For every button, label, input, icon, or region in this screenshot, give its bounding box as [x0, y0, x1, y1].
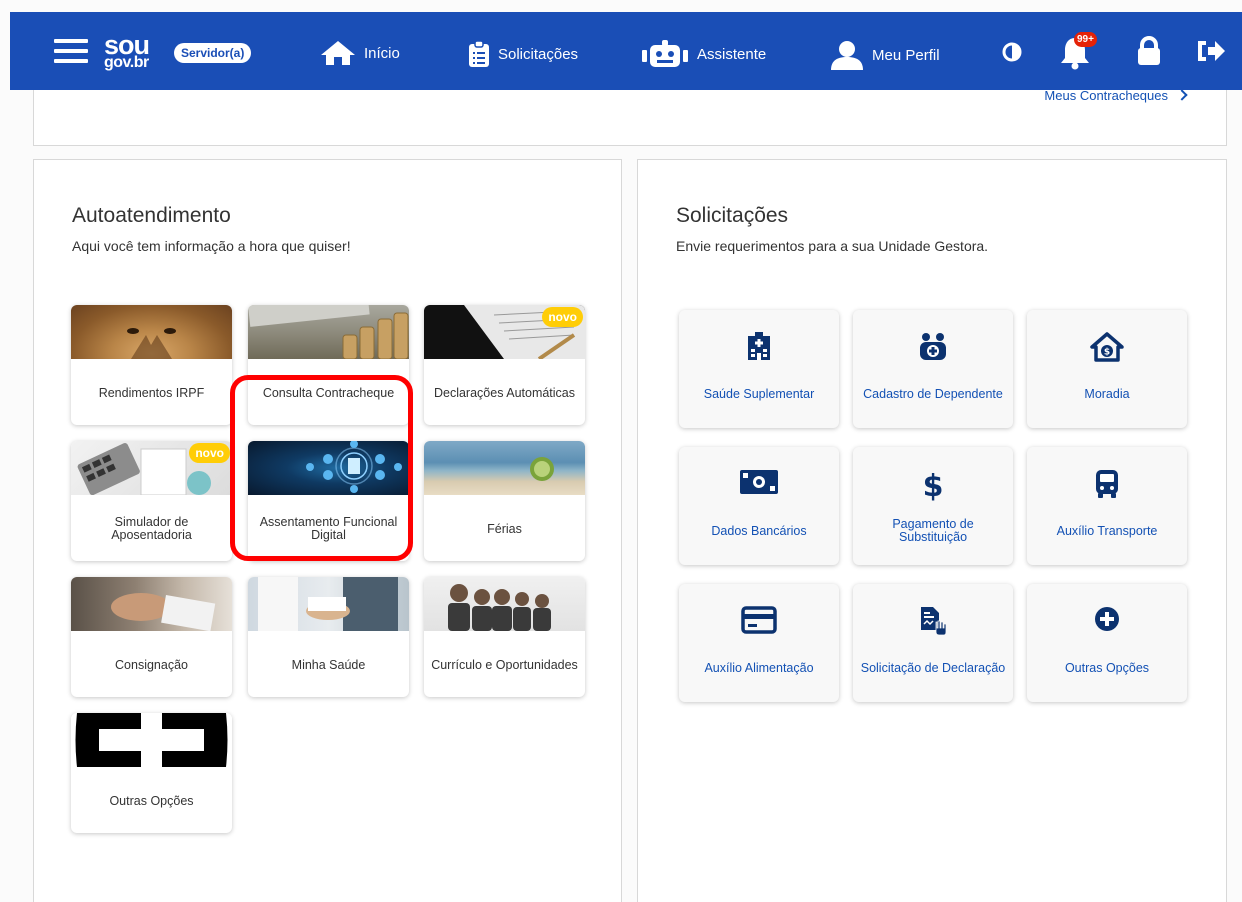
house-dollar-icon: $: [1090, 332, 1124, 362]
sou-govbr-logo[interactable]: sou gov.br: [104, 32, 150, 71]
contracheque-card: Meus Contracheques: [33, 88, 1227, 146]
tile-label: Cadastro de Dependente: [863, 386, 1003, 401]
tile-declaracoes-automaticas[interactable]: novo Declarações Automáticas: [424, 305, 585, 425]
dollar-icon: $: [923, 469, 944, 501]
tile-consignacao[interactable]: Consignação: [71, 577, 232, 697]
tile-label: Consulta Contracheque: [262, 385, 395, 400]
tile-label: Férias: [487, 521, 522, 536]
bus-icon: [1096, 470, 1118, 498]
coins-image: [248, 305, 409, 360]
tile-dados-bancarios[interactable]: Dados Bancários: [679, 447, 839, 565]
tile-assentamento-funcional[interactable]: Assentamento Funcional Digital: [248, 441, 409, 561]
tile-auxilio-transporte[interactable]: Auxílio Transporte: [1027, 447, 1187, 565]
tile-label: Auxílio Alimentação: [704, 660, 814, 675]
tile-curriculo-oportunidades[interactable]: Currículo e Oportunidades: [424, 577, 585, 697]
lion-image: [71, 305, 232, 359]
tile-label: Declarações Automáticas: [433, 385, 576, 400]
notification-count-badge: 99+: [1074, 32, 1097, 47]
brackets-image: [71, 713, 232, 767]
digital-icons-image: [248, 441, 409, 495]
tile-label: Dados Bancários: [711, 523, 807, 538]
tile-label: Minha Saúde: [291, 657, 366, 672]
tile-outras-opcoes-auto[interactable]: Outras Opções: [71, 713, 232, 833]
nav-inicio-label: Início: [364, 44, 400, 62]
tile-label: Pagamento de Substituição: [892, 517, 974, 544]
tile-saude-suplementar[interactable]: Saúde Suplementar: [679, 310, 839, 428]
tile-simulador-aposentadoria[interactable]: novo Simulador de Aposentadoria: [71, 441, 232, 561]
logout-icon[interactable]: [1196, 38, 1226, 64]
tile-label: Outras Opções: [109, 793, 194, 808]
people-image: [424, 577, 585, 631]
nav-meu-perfil-label: Meu Perfil: [872, 46, 940, 64]
tile-label: Saúde Suplementar: [703, 386, 815, 401]
credit-card-icon: [741, 606, 777, 634]
document-hand-icon: [921, 607, 947, 636]
tile-label: Consignação: [115, 657, 188, 672]
tile-outras-opcoes-solicitacoes[interactable]: Outras Opções: [1027, 584, 1187, 702]
tile-label: Outras Opções: [1064, 660, 1150, 675]
meus-contracheques-link[interactable]: Meus Contracheques: [1044, 88, 1188, 103]
meus-contracheques-label: Meus Contracheques: [1044, 88, 1168, 103]
novo-badge: novo: [542, 307, 583, 327]
tile-label: Solicitação de Declaração: [860, 660, 1006, 675]
tile-consulta-contracheque[interactable]: Consulta Contracheque: [248, 305, 409, 425]
tile-auxilio-alimentacao[interactable]: Auxílio Alimentação: [679, 584, 839, 702]
banknote-icon: [740, 470, 778, 494]
tile-label: Auxílio Transporte: [1056, 523, 1158, 538]
tile-label: Rendimentos IRPF: [98, 385, 205, 400]
nav-inicio[interactable]: Início: [320, 40, 400, 66]
tile-cadastro-dependente[interactable]: Cadastro de Dependente: [853, 310, 1013, 428]
clipboard-icon: [469, 40, 489, 67]
nav-solicitacoes[interactable]: Solicitações: [468, 40, 578, 68]
logo-line2: gov.br: [104, 54, 149, 71]
tile-ferias[interactable]: Férias: [424, 441, 585, 561]
contrast-icon[interactable]: [1002, 42, 1022, 62]
chevron-right-icon: [1176, 89, 1188, 101]
svg-text:$: $: [923, 469, 944, 501]
solicitacoes-subtitle: Envie requerimentos para a sua Unidade G…: [676, 238, 989, 254]
autoatendimento-subtitle: Aqui você tem informação a hora que quis…: [72, 238, 351, 254]
robot-icon: [642, 40, 688, 67]
nav-assistente-label: Assistente: [697, 45, 767, 63]
tile-label: Currículo e Oportunidades: [431, 657, 578, 672]
tile-minha-saude[interactable]: Minha Saúde: [248, 577, 409, 697]
medical-image: [248, 577, 409, 631]
hospital-icon: [748, 332, 770, 360]
nav-solicitacoes-label: Solicitações: [498, 45, 579, 63]
novo-badge: novo: [189, 443, 230, 463]
plus-circle-icon: [1095, 607, 1119, 631]
top-header: sou gov.br Servidor(a) Início Solicitaçõ…: [10, 12, 1242, 90]
handshake-image: [71, 577, 232, 632]
tile-label: Simulador de Aposentadoria: [111, 515, 192, 542]
solicitacoes-title: Solicitações: [676, 204, 789, 227]
tile-moradia[interactable]: $ Moradia: [1027, 310, 1187, 428]
user-icon: [831, 41, 863, 70]
nav-meu-perfil[interactable]: Meu Perfil: [830, 40, 940, 70]
autoatendimento-title: Autoatendimento: [72, 204, 231, 227]
nav-assistente[interactable]: Assistente: [641, 40, 766, 68]
lock-icon[interactable]: [1136, 36, 1162, 66]
family-icon: [920, 333, 946, 360]
tile-label: Assentamento Funcional Digital: [259, 515, 398, 542]
role-badge: Servidor(a): [174, 43, 252, 63]
menu-icon[interactable]: [54, 39, 88, 65]
tile-rendimentos-irpf[interactable]: Rendimentos IRPF: [71, 305, 232, 425]
svg-text:$: $: [1104, 348, 1110, 358]
home-icon: [321, 41, 355, 65]
tile-label: Moradia: [1084, 386, 1130, 401]
beach-image: [424, 441, 585, 495]
tile-pagamento-substituicao[interactable]: $ Pagamento de Substituição: [853, 447, 1013, 565]
notifications-button[interactable]: 99+: [1060, 32, 1100, 70]
tile-solicitacao-declaracao[interactable]: Solicitação de Declaração: [853, 584, 1013, 702]
